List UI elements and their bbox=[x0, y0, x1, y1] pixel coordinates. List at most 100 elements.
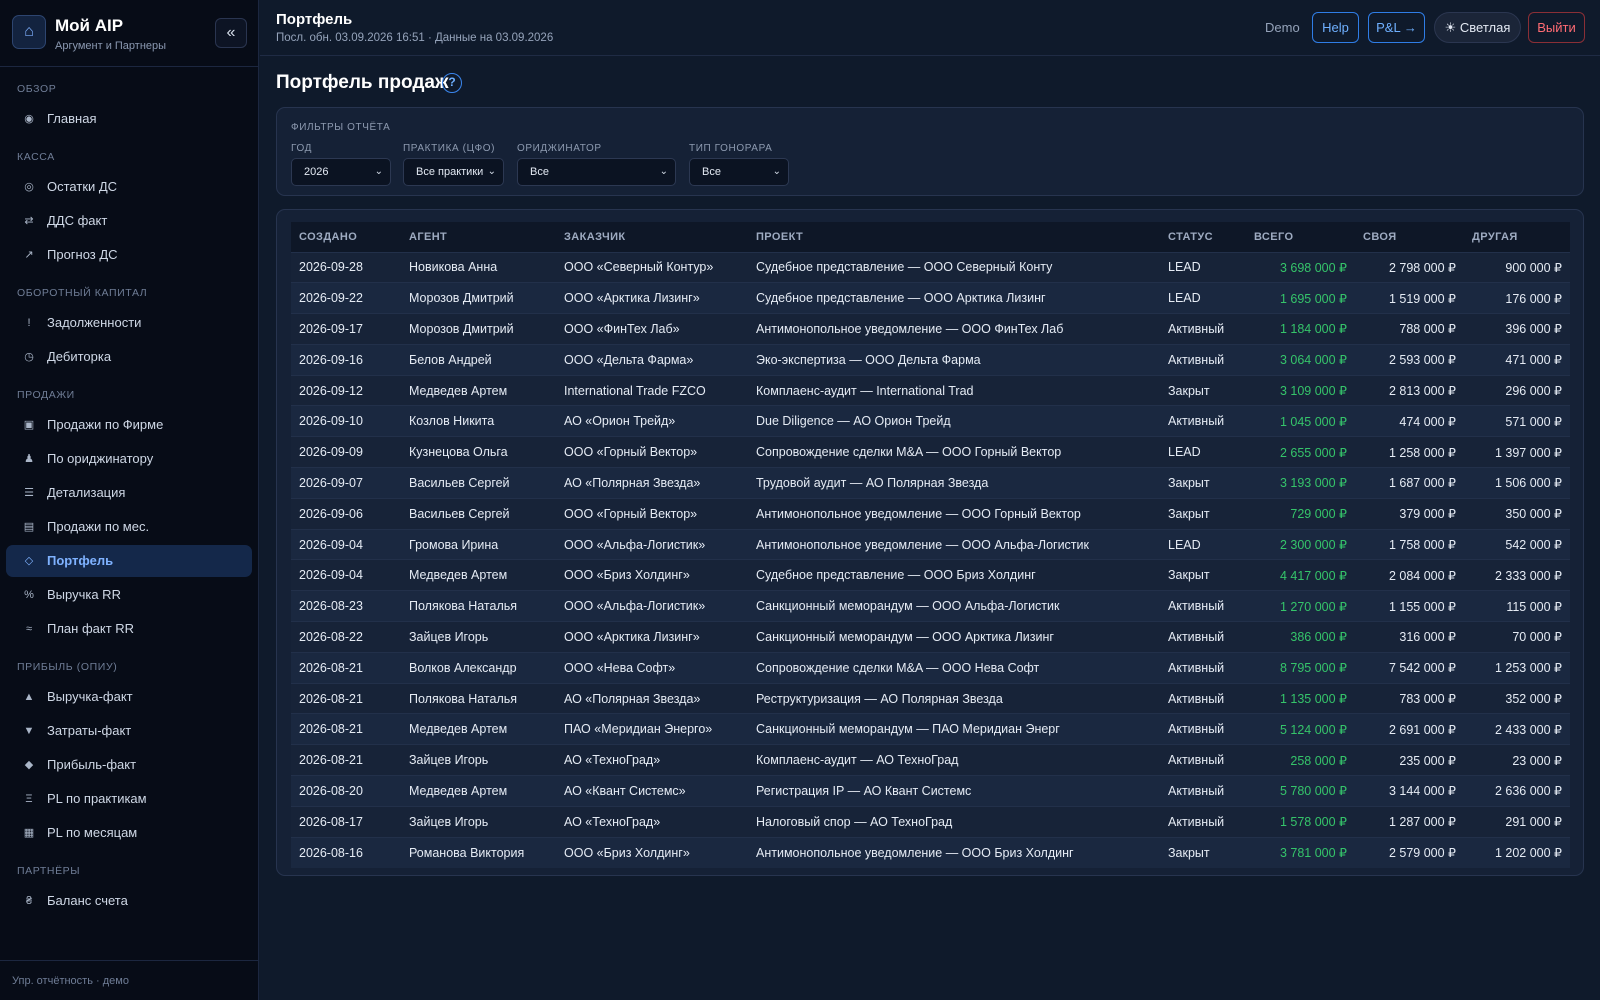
sidebar-item[interactable]: ! Задолженности bbox=[6, 307, 252, 339]
theme-toggle-button[interactable]: ☀ Светлая bbox=[1434, 12, 1521, 43]
table-row[interactable]: 2026-09-04 Громова Ирина ООО «Альфа-Логист… bbox=[291, 529, 1570, 560]
sidebar-item[interactable]: ≈ План факт RR bbox=[6, 613, 252, 645]
column-header[interactable]: СТАТУС bbox=[1160, 222, 1246, 252]
table-cell: 1 258 000 ₽ bbox=[1388, 445, 1456, 460]
column-header[interactable]: ЗАКАЗЧИК bbox=[556, 222, 748, 252]
table-row[interactable]: 2026-09-17 Морозов Дмитрий ООО «ФинТех Лаб… bbox=[291, 313, 1570, 345]
table-row[interactable]: 2026-08-20 Медведев Артем АО «Квант Систем… bbox=[291, 775, 1570, 807]
table-cell: Комплаенс-аудит — International Trad bbox=[756, 383, 974, 398]
table-cell: 1 687 000 ₽ bbox=[1388, 476, 1456, 491]
sidebar-item[interactable]: ▲ Выручка-факт bbox=[6, 681, 252, 713]
nav-item-icon: ◇ bbox=[24, 555, 34, 567]
table-row[interactable]: 2026-09-09 Кузнецова Ольга ООО «Горный Век… bbox=[291, 436, 1570, 468]
table-row[interactable]: 2026-08-22 Зайцев Игорь ООО «Арктика Лизин… bbox=[291, 621, 1570, 653]
table-row[interactable]: 2026-08-21 Медведев Артем ПАО «Меридиан Эн… bbox=[291, 713, 1570, 745]
home-icon[interactable]: ⌂ bbox=[12, 15, 46, 49]
table-cell: Трудовой аудит — АО Полярная Звезда bbox=[756, 475, 989, 490]
table-cell: 258 000 ₽ bbox=[1290, 753, 1347, 768]
table-cell: Романова Виктория bbox=[409, 845, 525, 860]
sidebar-item[interactable]: ▣ Продажи по Фирме bbox=[6, 409, 252, 441]
table-cell: Антимонопольное уведомление — ООО Горный… bbox=[756, 506, 1081, 521]
pl-button[interactable]: P&L → bbox=[1368, 12, 1425, 43]
sidebar-item[interactable]: ⇄ ДДС факт bbox=[6, 205, 252, 237]
sidebar-item[interactable]: ☰ Детализация bbox=[6, 477, 252, 509]
collapse-sidebar-button[interactable]: « bbox=[215, 18, 247, 48]
column-header[interactable]: СВОЯ bbox=[1355, 222, 1464, 252]
nav-item-icon: ◎ bbox=[24, 181, 34, 193]
table-row[interactable]: 2026-08-21 Полякова Наталья АО «Полярная З… bbox=[291, 683, 1570, 714]
originator-select[interactable]: Все ⌄ bbox=[517, 158, 676, 186]
sidebar-item[interactable]: ◎ Остатки ДС bbox=[6, 171, 252, 203]
table-cell: 783 000 ₽ bbox=[1399, 692, 1456, 707]
year-select[interactable]: 2026 ⌄ bbox=[291, 158, 391, 186]
nav-section-title: ПРОДАЖИ bbox=[17, 389, 75, 401]
table-cell: ООО «Горный Вектор» bbox=[564, 506, 698, 521]
logout-button[interactable]: Выйти bbox=[1528, 12, 1585, 43]
nav-item-icon: % bbox=[24, 589, 34, 601]
table-cell: 1 758 000 ₽ bbox=[1388, 538, 1456, 553]
sidebar-item[interactable]: ◆ Прибыль-факт bbox=[6, 749, 252, 781]
sidebar-item[interactable]: Ξ PL по практикам bbox=[6, 783, 252, 815]
table-cell: Морозов Дмитрий bbox=[409, 321, 514, 336]
table-cell: 2026-08-21 bbox=[299, 722, 363, 737]
table-cell: Санкционный меморандум — ООО Альфа-Логис… bbox=[756, 599, 1060, 614]
table-cell: Новикова Анна bbox=[409, 260, 498, 275]
table-cell: 2026-08-16 bbox=[299, 845, 363, 860]
table-row[interactable]: 2026-08-21 Зайцев Игорь АО «ТехноГрад» Комп… bbox=[291, 744, 1570, 776]
column-header[interactable]: АГЕНТ bbox=[401, 222, 556, 252]
table-cell: 1 287 000 ₽ bbox=[1388, 815, 1456, 830]
table-cell: Закрыт bbox=[1168, 475, 1210, 490]
table-row[interactable]: 2026-08-21 Волков Александр ООО «Нева Софт… bbox=[291, 652, 1570, 684]
table-row[interactable]: 2026-09-06 Васильев Сергей ООО «Горный Век… bbox=[291, 498, 1570, 530]
table-row[interactable]: 2026-09-04 Медведев Артем ООО «Бриз Холдин… bbox=[291, 559, 1570, 591]
help-button[interactable]: Help bbox=[1312, 12, 1359, 43]
table-row[interactable]: 2026-09-28 Новикова Анна ООО «Северный Кон… bbox=[291, 252, 1570, 283]
table-cell: Медведев Артем bbox=[409, 722, 508, 737]
column-header[interactable]: СОЗДАНО bbox=[291, 222, 401, 252]
report-filters: ФИЛЬТРЫ ОТЧЁТА ГОД 2026 ⌄ ПРАКТИКА (ЦФО)… bbox=[276, 107, 1584, 196]
table-row[interactable]: 2026-08-16 Романова Виктория ООО «Бриз Хол… bbox=[291, 837, 1570, 868]
table-cell: 2026-09-04 bbox=[299, 537, 363, 552]
table-row[interactable]: 2026-08-23 Полякова Наталья ООО «Альфа-Лог… bbox=[291, 590, 1570, 622]
sidebar-item[interactable]: ◉ Главная bbox=[6, 103, 252, 135]
sidebar-item[interactable]: ◷ Дебиторка bbox=[6, 341, 252, 373]
table-cell: Сопровождение сделки M&A — ООО Горный Ве… bbox=[756, 445, 1062, 460]
sidebar-item[interactable]: ♟ По ориджинатору bbox=[6, 443, 252, 475]
sidebar-footer: Упр. отчётность · демо bbox=[0, 960, 258, 1000]
sidebar-item[interactable]: % Выручка RR bbox=[6, 579, 252, 611]
nav-item-icon: ▲ bbox=[23, 691, 35, 703]
nav-item-icon: ♟ bbox=[24, 453, 34, 465]
table-row[interactable]: 2026-09-16 Белов Андрей ООО «Дельта Фарма»… bbox=[291, 344, 1570, 376]
nav-item-icon: ◷ bbox=[24, 351, 34, 363]
sidebar-item[interactable]: ◇ Портфель bbox=[6, 545, 252, 577]
table-cell: 1 184 000 ₽ bbox=[1279, 322, 1347, 337]
column-header[interactable]: ПРОЕКТ bbox=[748, 222, 1160, 252]
table-cell: Зайцев Игорь bbox=[409, 814, 489, 829]
sidebar-item-label: Баланс счета bbox=[47, 893, 128, 908]
table-row[interactable]: 2026-09-07 Васильев Сергей АО «Полярная Зв… bbox=[291, 467, 1570, 499]
help-circle-icon[interactable]: ? bbox=[442, 73, 462, 93]
column-header[interactable]: ВСЕГО bbox=[1246, 222, 1355, 252]
sidebar-item[interactable]: ▦ PL по месяцам bbox=[6, 817, 252, 849]
sidebar-item[interactable]: ▤ Продажи по мес. bbox=[6, 511, 252, 543]
table-cell: Активный bbox=[1168, 691, 1225, 706]
table-row[interactable]: 2026-08-17 Зайцев Игорь АО «ТехноГрад» Нало… bbox=[291, 806, 1570, 838]
table-row[interactable]: 2026-09-10 Козлов Никита АО «Орион Трейд» D… bbox=[291, 405, 1570, 437]
fee-type-select[interactable]: Все ⌄ bbox=[689, 158, 789, 186]
table-cell: Активный bbox=[1168, 783, 1225, 798]
sidebar-item[interactable]: ▼ Затраты-факт bbox=[6, 715, 252, 747]
table-cell: Активный bbox=[1168, 352, 1225, 367]
chevron-down-icon: ⌄ bbox=[772, 166, 781, 177]
column-header[interactable]: ДРУГАЯ bbox=[1464, 222, 1570, 252]
nav-section-title: ОБЗОР bbox=[17, 83, 57, 95]
table-cell: 2026-09-04 bbox=[299, 568, 363, 583]
table-cell: Судебное представление — ООО Северный Ко… bbox=[756, 260, 1053, 275]
table-row[interactable]: 2026-09-22 Морозов Дмитрий ООО «Арктика Ли… bbox=[291, 282, 1570, 314]
table-row[interactable]: 2026-09-12 Медведев Артем International Tr… bbox=[291, 375, 1570, 406]
table-cell: 2026-08-20 bbox=[299, 783, 363, 798]
brand-title: Мой AIP bbox=[55, 16, 124, 35]
table-cell: ООО «Нева Софт» bbox=[564, 660, 676, 675]
sidebar-item[interactable]: ↗ Прогноз ДС bbox=[6, 239, 252, 271]
sidebar-item[interactable]: ₴ Баланс счета bbox=[6, 885, 252, 917]
practice-select[interactable]: Все практики ⌄ bbox=[403, 158, 504, 186]
